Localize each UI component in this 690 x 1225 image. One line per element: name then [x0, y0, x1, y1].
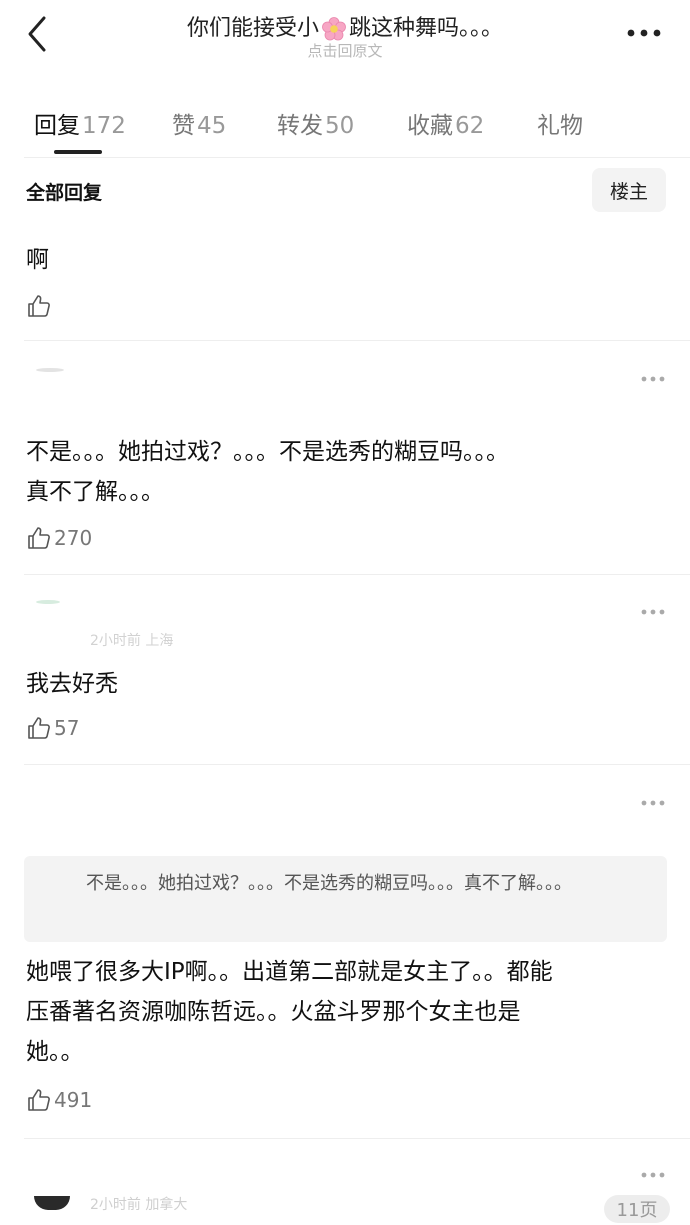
owner-filter-button[interactable]: 楼主: [592, 168, 666, 212]
post-title[interactable]: 你们能接受小 跳这种舞吗。。。: [120, 10, 570, 42]
tab-count: 62: [455, 113, 485, 139]
like-button[interactable]: 57: [26, 714, 79, 742]
comment-line: 她。。: [26, 1039, 84, 1065]
more-options-icon[interactable]: [626, 26, 662, 40]
tab-reposts[interactable]: 转发50: [277, 106, 354, 140]
comment-line: 真不了解。。。: [26, 479, 164, 505]
tab-favorites[interactable]: 收藏62: [407, 106, 484, 140]
tab-label: 礼物: [537, 113, 583, 139]
back-to-post-link[interactable]: 点击回原文: [200, 40, 490, 61]
tabs-divider: [24, 157, 690, 158]
active-tab-indicator: [54, 150, 102, 154]
flower-emoji-icon: [322, 17, 346, 41]
avatar[interactable]: [36, 368, 64, 372]
thumbs-up-icon: [28, 527, 50, 549]
comment-text: 不是。。。她拍过戏？。。。不是选秀的糊豆吗。。。 真不了解。。。: [26, 432, 509, 512]
like-button[interactable]: 270: [26, 524, 92, 552]
tab-count: 45: [197, 113, 227, 139]
comment-more-icon[interactable]: [640, 1170, 666, 1180]
tab-count: 50: [325, 113, 355, 139]
comment-text: 她喂了很多大IP啊。。出道第二部就是女主了。。都能 压番著名资源咖陈哲远。。火盆…: [26, 952, 553, 1072]
comment-divider: [24, 574, 690, 575]
quoted-reply-text: 不是。。。她拍过戏？。。。不是选秀的糊豆吗。。。真不了解。。。: [86, 873, 572, 894]
tab-label: 转发: [277, 113, 323, 139]
comment-meta: 2小时前 上海: [90, 633, 174, 649]
all-replies-heading: 全部回复: [26, 182, 103, 204]
post-title-start: 你们能接受小: [186, 16, 319, 41]
avatar[interactable]: [34, 1196, 70, 1210]
thumbs-up-icon: [28, 295, 50, 317]
like-button[interactable]: 491: [26, 1086, 92, 1114]
page-indicator-badge: 11页: [604, 1195, 670, 1223]
tab-label: 回复: [34, 113, 80, 139]
comment-line: 她喂了很多大IP啊。。出道第二部就是女主了。。都能: [26, 959, 553, 985]
tab-likes[interactable]: 赞45: [172, 106, 226, 140]
like-count: 270: [54, 526, 93, 550]
comment-line: 不是。。。她拍过戏？。。。不是选秀的糊豆吗。。。: [26, 439, 509, 465]
comment-text: 啊: [26, 247, 49, 273]
thumbs-up-icon: [28, 1089, 50, 1111]
comment-line: 压番著名资源咖陈哲远。。火盆斗罗那个女主也是: [26, 999, 521, 1025]
back-arrow-icon[interactable]: [22, 14, 54, 54]
top-bar: 你们能接受小 跳这种舞吗。。。 点击回原文: [0, 0, 690, 75]
avatar[interactable]: [36, 600, 60, 604]
comment-meta: 2小时前 加拿大: [90, 1197, 188, 1213]
post-title-end: 跳这种舞吗。。。: [349, 16, 504, 41]
comment-divider: [24, 764, 690, 765]
tab-gifts[interactable]: 礼物: [537, 106, 583, 140]
like-count: 491: [54, 1088, 93, 1112]
thumbs-up-icon: [28, 717, 50, 739]
like-count: 57: [54, 716, 80, 740]
like-button[interactable]: [26, 292, 52, 320]
tab-replies[interactable]: 回复172: [34, 106, 126, 140]
comment-more-icon[interactable]: [640, 374, 666, 384]
comment-divider: [24, 1138, 690, 1139]
tab-label: 赞: [172, 113, 195, 139]
comment-more-icon[interactable]: [640, 798, 666, 808]
tab-bar: 回复172 赞45 转发50 收藏62 礼物: [0, 100, 690, 160]
comment-divider: [24, 340, 690, 341]
comment-text: 我去好秃: [26, 671, 118, 697]
comment-more-icon[interactable]: [640, 607, 666, 617]
tab-count: 172: [82, 113, 126, 139]
tab-label: 收藏: [407, 113, 453, 139]
